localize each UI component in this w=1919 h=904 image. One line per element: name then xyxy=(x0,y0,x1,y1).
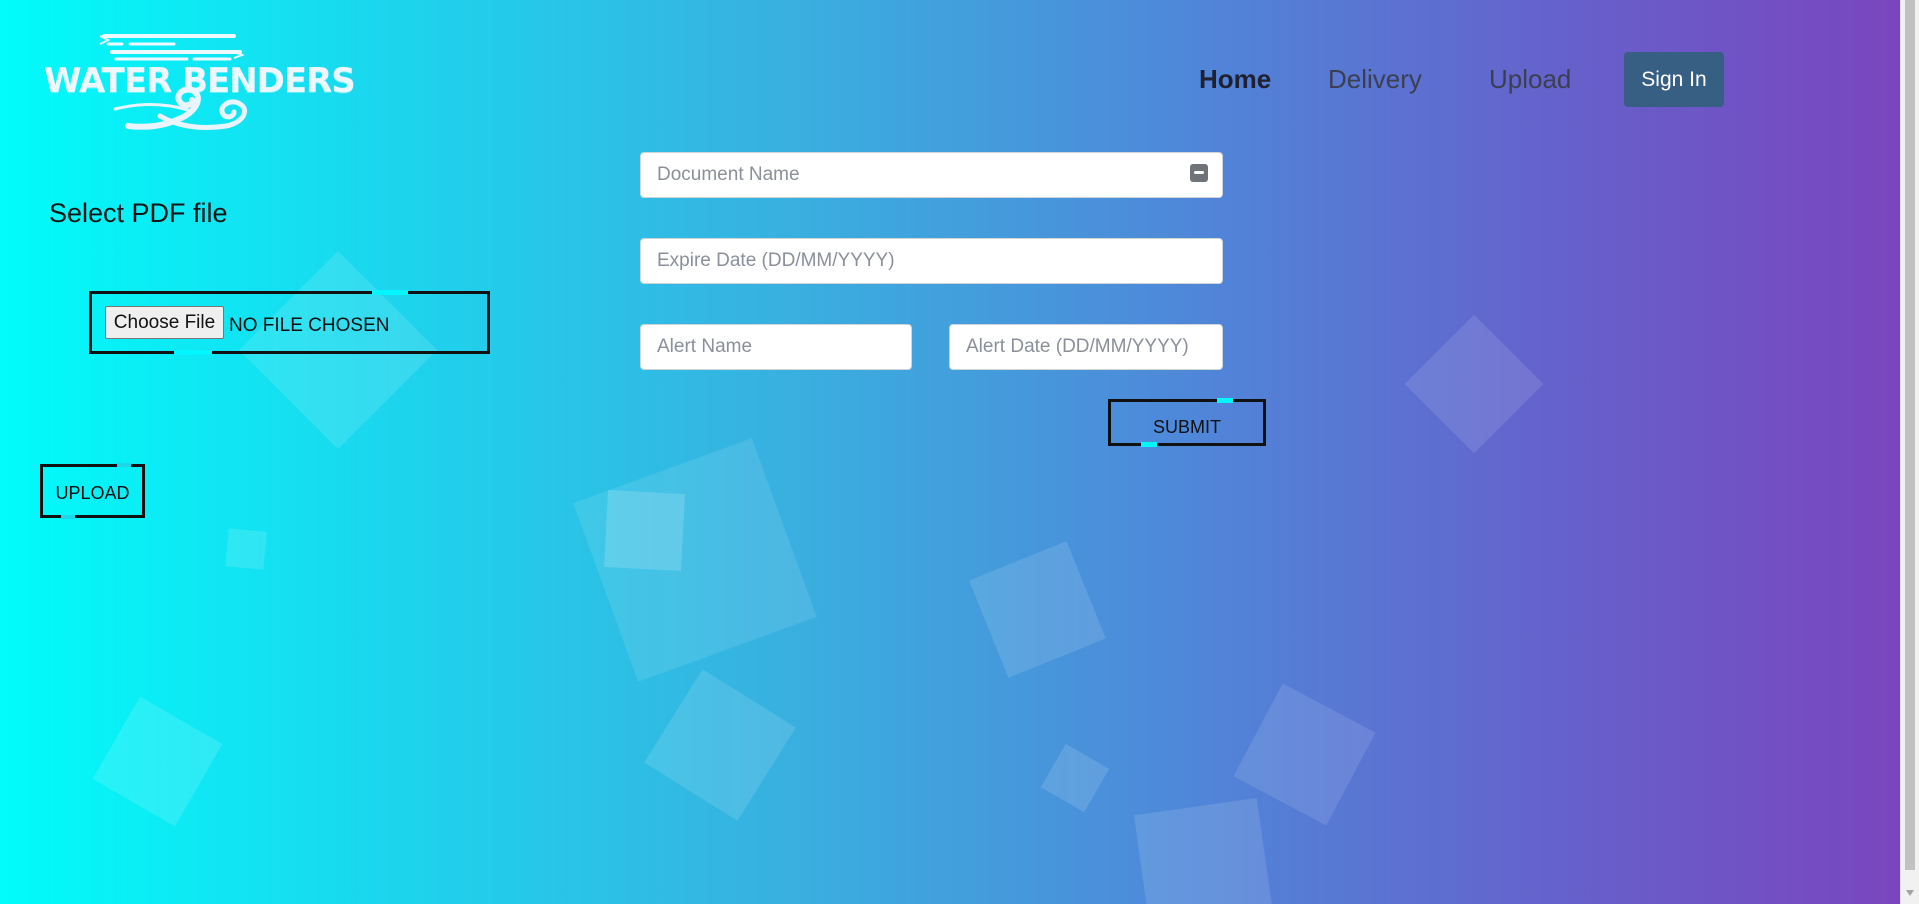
select-pdf-title: Select PDF file xyxy=(49,198,228,228)
submit-button-label: SUBMIT xyxy=(1152,417,1221,437)
background-square xyxy=(225,528,267,570)
alert-name-input[interactable]: Alert Name xyxy=(640,324,912,370)
frame-accent-top xyxy=(372,290,408,295)
vertical-scrollbar[interactable] xyxy=(1900,0,1919,904)
top-navigation: Home Delivery Upload Sign In xyxy=(1190,52,1730,108)
frame-accent-top xyxy=(117,463,131,467)
background-square xyxy=(1233,683,1376,826)
frame-accent-bottom xyxy=(174,350,212,355)
background-square xyxy=(969,541,1106,678)
background-square xyxy=(92,696,223,827)
background-square xyxy=(1404,314,1544,454)
background-square xyxy=(644,669,796,821)
background-square xyxy=(1040,743,1110,813)
document-name-input[interactable]: Document Name xyxy=(640,152,1223,198)
frame-accent-bottom xyxy=(61,515,75,519)
password-manager-icon[interactable] xyxy=(1190,164,1208,182)
upload-button-label: UPLOAD xyxy=(55,483,130,503)
frame-accent-bottom xyxy=(1141,442,1157,447)
logo-text: WATER BENDERS xyxy=(44,61,356,101)
choose-file-button[interactable]: Choose File xyxy=(105,306,224,339)
file-status-text: NO FILE CHOSEN xyxy=(229,315,390,336)
submit-button[interactable]: SUBMIT xyxy=(1108,398,1266,447)
nav-delivery-link[interactable]: Delivery xyxy=(1328,64,1422,95)
scrollbar-thumb[interactable] xyxy=(1905,0,1915,870)
water-benders-logo[interactable]: WATER BENDERS xyxy=(42,30,356,140)
upload-button[interactable]: UPLOAD xyxy=(40,463,145,519)
nav-home-link[interactable]: Home xyxy=(1199,64,1271,95)
background-square xyxy=(1133,797,1275,904)
scroll-down-icon[interactable] xyxy=(1906,890,1914,896)
background-square xyxy=(604,490,685,571)
frame-accent-top xyxy=(1217,398,1233,403)
background-square xyxy=(573,438,817,682)
expire-date-input[interactable]: Expire Date (DD/MM/YYYY) xyxy=(640,238,1223,284)
upload-page: WATER BENDERS Home Delivery Upload Sign … xyxy=(0,0,1900,904)
pdf-file-picker[interactable]: Choose File NO FILE CHOSEN xyxy=(89,290,490,355)
alert-date-input[interactable]: Alert Date (DD/MM/YYYY) xyxy=(949,324,1223,370)
sign-in-button[interactable]: Sign In xyxy=(1624,52,1724,107)
nav-upload-link[interactable]: Upload xyxy=(1489,64,1571,95)
